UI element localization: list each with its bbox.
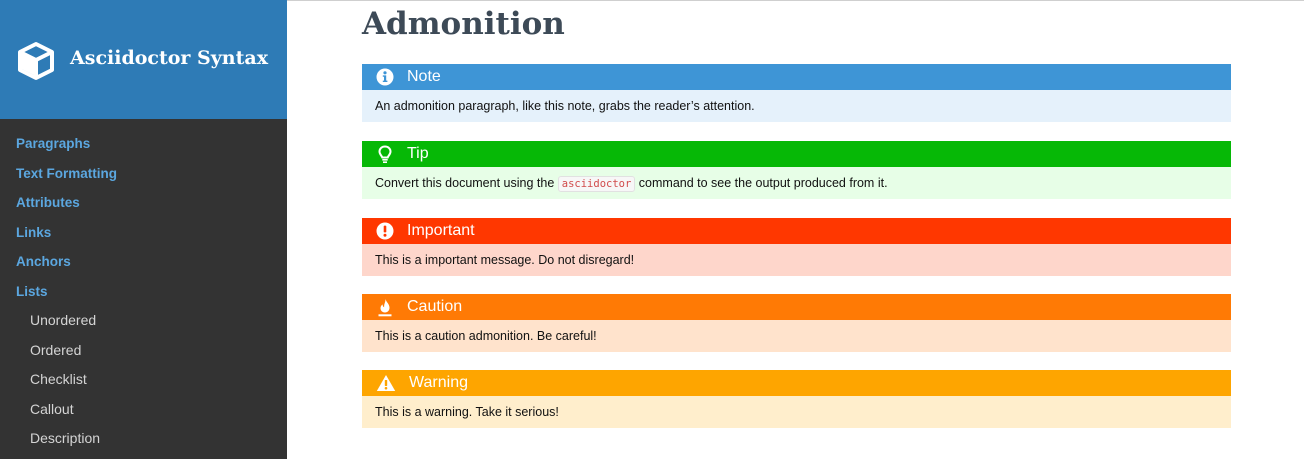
sidebar-subitem-description[interactable]: Description <box>0 424 287 454</box>
cube-icon <box>17 41 55 81</box>
admonition-text: This is a warning. Take it serious! <box>375 405 559 419</box>
inline-code: asciidoctor <box>557 176 636 192</box>
admonition-header: Important <box>362 218 1231 244</box>
admonition-label: Caution <box>407 298 463 315</box>
admonition-important: Important This is a important message. D… <box>362 218 1231 276</box>
admonition-body: This is a caution admonition. Be careful… <box>362 320 1231 352</box>
sidebar-subitem-callout[interactable]: Callout <box>0 395 287 425</box>
admonition-label: Note <box>407 68 441 85</box>
admonition-body: This is a warning. Take it serious! <box>362 396 1231 428</box>
brand-header[interactable]: Asciidoctor Syntax <box>0 0 287 119</box>
admonition-label: Warning <box>409 374 468 391</box>
sidebar-nav: Paragraphs Text Formatting Attributes Li… <box>0 129 287 454</box>
sidebar-item-anchors[interactable]: Anchors <box>0 247 287 277</box>
sidebar-item-links[interactable]: Links <box>0 218 287 248</box>
sidebar-item-attributes[interactable]: Attributes <box>0 188 287 218</box>
sidebar-item-text-formatting[interactable]: Text Formatting <box>0 159 287 189</box>
admonition-text-after: command to see the output produced from … <box>638 176 888 190</box>
admonition-header: Tip <box>362 141 1231 167</box>
top-border <box>287 0 1304 1</box>
admonition-body: This is a important message. Do not disr… <box>362 244 1231 276</box>
admonition-text: This is a caution admonition. Be careful… <box>375 329 597 343</box>
admonition-label: Important <box>407 222 475 239</box>
info-icon <box>375 67 395 87</box>
sidebar: Asciidoctor Syntax Paragraphs Text Forma… <box>0 0 287 459</box>
admonition-text: This is a important message. Do not disr… <box>375 253 635 267</box>
sidebar-item-paragraphs[interactable]: Paragraphs <box>0 129 287 159</box>
admonition-header: Caution <box>362 294 1231 320</box>
admonition-header: Warning <box>362 370 1231 396</box>
admonition-body: An admonition paragraph, like this note,… <box>362 90 1231 122</box>
warning-triangle-icon <box>375 373 397 393</box>
exclamation-circle-icon <box>375 221 395 241</box>
admonition-warning: Warning This is a warning. Take it serio… <box>362 370 1231 428</box>
lightbulb-icon <box>375 144 395 164</box>
admonition-tip: Tip Convert this document using the asci… <box>362 141 1231 199</box>
admonition-body: Convert this document using the asciidoc… <box>362 167 1231 199</box>
admonition-note: Note An admonition paragraph, like this … <box>362 64 1231 122</box>
app-title: Asciidoctor Syntax <box>70 47 269 69</box>
admonition-header: Note <box>362 64 1231 90</box>
sidebar-subitem-checklist[interactable]: Checklist <box>0 365 287 395</box>
admonition-caution: Caution This is a caution admonition. Be… <box>362 294 1231 352</box>
admonition-text-before: Convert this document using the <box>375 176 555 190</box>
admonition-label: Tip <box>407 145 429 162</box>
sidebar-subitem-ordered[interactable]: Ordered <box>0 336 287 366</box>
page-title: Admonition <box>362 6 565 42</box>
sidebar-subitem-unordered[interactable]: Unordered <box>0 306 287 336</box>
sidebar-item-lists[interactable]: Lists <box>0 277 287 307</box>
admonition-text: An admonition paragraph, like this note,… <box>375 99 755 113</box>
fire-icon <box>375 297 395 317</box>
